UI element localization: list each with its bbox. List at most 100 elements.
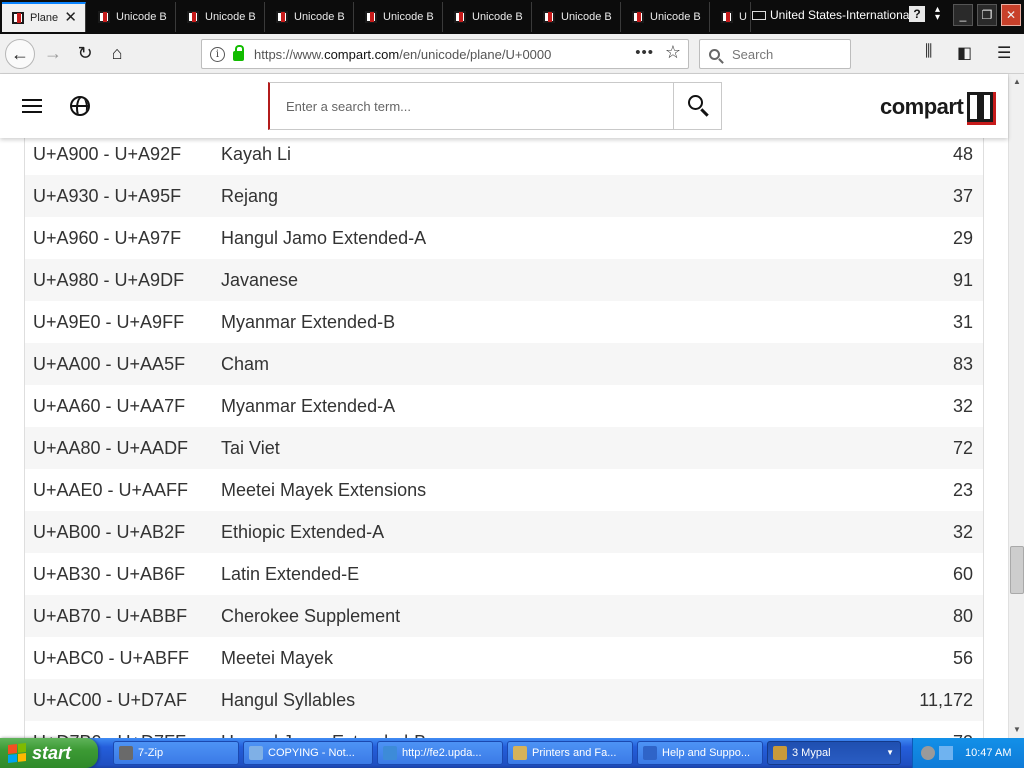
table-row[interactable]: U+AA00 - U+AA5F Cham 83 [25,343,983,385]
block-character-count: 56 [952,647,973,668]
site-info-icon[interactable]: i [210,46,225,62]
keyboard-icon [752,10,766,20]
block-name[interactable]: Cham [221,354,269,375]
tab-unicode-block[interactable]: Unicode B [88,2,176,32]
table-row[interactable]: U+A9E0 - U+A9FF Myanmar Extended-B 31 [25,301,983,343]
block-name[interactable]: Javanese [221,270,298,291]
site-search-input[interactable] [270,83,673,129]
hamburger-menu-icon[interactable] [22,99,42,113]
table-row[interactable]: U+AB00 - U+AB2F Ethiopic Extended-A 32 [25,511,983,553]
block-name[interactable]: Hangul Jamo Extended-A [221,228,426,249]
table-row[interactable]: U+D7B0 - U+D7FFHangul Jamo Extended-B72 [25,721,983,739]
taskbar-item[interactable]: http://fe2.upda... [377,741,503,765]
table-row[interactable]: U+ABC0 - U+ABFF Meetei Mayek 56 [25,637,983,679]
taskbar-item[interactable]: 3 Mypal ▼ [767,741,901,765]
block-name[interactable]: Kayah Li [221,144,291,165]
block-name[interactable]: Meetei Mayek [221,648,333,669]
table-row[interactable]: U+A960 - U+A97F Hangul Jamo Extended-A 29 [25,217,983,259]
block-name[interactable]: Meetei Mayek Extensions [221,480,426,501]
url-text[interactable]: https://www.compart.com/en/unicode/plane… [254,47,551,62]
url-prefix: https://www. [254,46,325,62]
block-range: U+ABC0 - U+ABFF [33,647,190,668]
home-button[interactable]: ⌂ [102,39,132,69]
taskbar-item[interactable]: Help and Suppo... [637,741,763,765]
library-icon[interactable]: ⫼ [925,43,932,61]
table-row[interactable]: U+A930 - U+A95F Rejang 37 [25,175,983,217]
tab-close-icon[interactable]: ✕ [64,10,77,26]
update-icon[interactable] [939,746,953,760]
navigation-toolbar: ← → ↻ ⌂ i https://www.compart.com/en/uni… [0,34,1024,74]
taskbar-item[interactable]: 7-Zip [113,741,239,765]
block-name[interactable]: Cherokee Supplement [221,606,400,627]
tab-label: Unicode B [472,11,523,23]
compart-favicon-icon [98,11,110,23]
block-name[interactable]: Tai Viet [221,438,280,459]
restore-button[interactable]: ❐ [977,4,997,26]
tab-unicode-block[interactable]: Unicode B [622,2,710,32]
page-actions-icon[interactable]: ••• [635,44,654,61]
block-name[interactable]: Hangul Syllables [221,690,355,711]
compart-favicon-icon [543,11,555,23]
table-row[interactable]: U+AAE0 - U+AAFF Meetei Mayek Extensions 23 [25,469,983,511]
scroll-down-icon[interactable]: ▼ [1009,722,1024,738]
clock: 10:47 AM [965,747,1012,759]
site-search-button[interactable] [673,83,721,129]
help-icon[interactable]: ? [909,6,925,22]
table-row[interactable]: U+A900 - U+A92F Kayah Li 48 [25,133,983,175]
reload-button[interactable]: ↻ [70,39,100,69]
sidebar-icon[interactable]: ◧ [957,43,972,63]
url-domain: compart.com [324,46,400,62]
tab-unicode-block[interactable]: Unicode B [355,2,443,32]
table-row[interactable]: U+AB70 - U+ABBF Cherokee Supplement 80 [25,595,983,637]
block-range: U+AA80 - U+AADF [33,437,189,458]
taskbar-item[interactable]: COPYING - Not... [243,741,373,765]
block-range: U+AAE0 - U+AAFF [33,479,189,500]
block-character-count: 32 [952,395,973,416]
start-button[interactable]: start [0,738,98,768]
browser-search-field[interactable]: Search [699,39,851,69]
compart-favicon-icon [12,12,24,24]
tab-unicode-block[interactable]: U [711,2,751,32]
page-scrollbar[interactable]: ▲ ▼ [1008,74,1024,738]
bookmark-star-icon[interactable]: ☆ [665,42,681,63]
block-character-count: 37 [952,185,973,206]
taskbar-app-icon [513,746,527,760]
block-character-count: 23 [952,479,973,500]
address-bar[interactable]: i https://www.compart.com/en/unicode/pla… [201,39,689,69]
block-range: U+AA60 - U+AA7F [33,395,186,416]
block-name[interactable]: Ethiopic Extended-A [221,522,384,543]
taskbar-app-icon [643,746,657,760]
table-row[interactable]: U+AA80 - U+AADF Tai Viet 72 [25,427,983,469]
language-options-icon[interactable]: ▴ ▾ [935,5,940,23]
globe-icon[interactable] [70,96,90,116]
compart-favicon-icon [721,11,733,23]
forward-button[interactable]: → [38,39,68,69]
table-row[interactable]: U+AA60 - U+AA7F Myanmar Extended-A 32 [25,385,983,427]
taskbar-app-icon [249,746,263,760]
block-range: U+AC00 - U+D7AF [33,689,188,710]
language-indicator[interactable]: United States-International [752,4,912,26]
tab-unicode-block[interactable]: Unicode B [444,2,532,32]
scroll-thumb[interactable] [1010,546,1024,594]
block-name[interactable]: Latin Extended-E [221,564,359,585]
tab-unicode-block[interactable]: Unicode B [533,2,621,32]
block-name[interactable]: Myanmar Extended-B [221,312,395,333]
block-name[interactable]: Myanmar Extended-A [221,396,395,417]
table-row[interactable]: U+A980 - U+A9DF Javanese 91 [25,259,983,301]
network-icon[interactable] [921,746,935,760]
compart-logo[interactable]: compart [880,92,997,125]
block-name[interactable]: Rejang [221,186,278,207]
table-row[interactable]: U+AC00 - U+D7AF Hangul Syllables 11,172 [25,679,983,721]
tab-label: Unicode B [294,11,345,23]
tab-plane[interactable]: Plane ✕ [2,2,86,32]
windows-logo-icon [8,743,26,763]
tab-unicode-block[interactable]: Unicode B [266,2,354,32]
tab-unicode-block[interactable]: Unicode B [177,2,265,32]
taskbar-item[interactable]: Printers and Fa... [507,741,633,765]
close-window-button[interactable]: ✕ [1001,4,1021,26]
scroll-up-icon[interactable]: ▲ [1009,74,1024,90]
menu-icon[interactable]: ☰ [997,43,1011,63]
table-row[interactable]: U+AB30 - U+AB6F Latin Extended-E 60 [25,553,983,595]
minimize-button[interactable]: _ [953,4,973,26]
back-button[interactable]: ← [5,39,35,69]
